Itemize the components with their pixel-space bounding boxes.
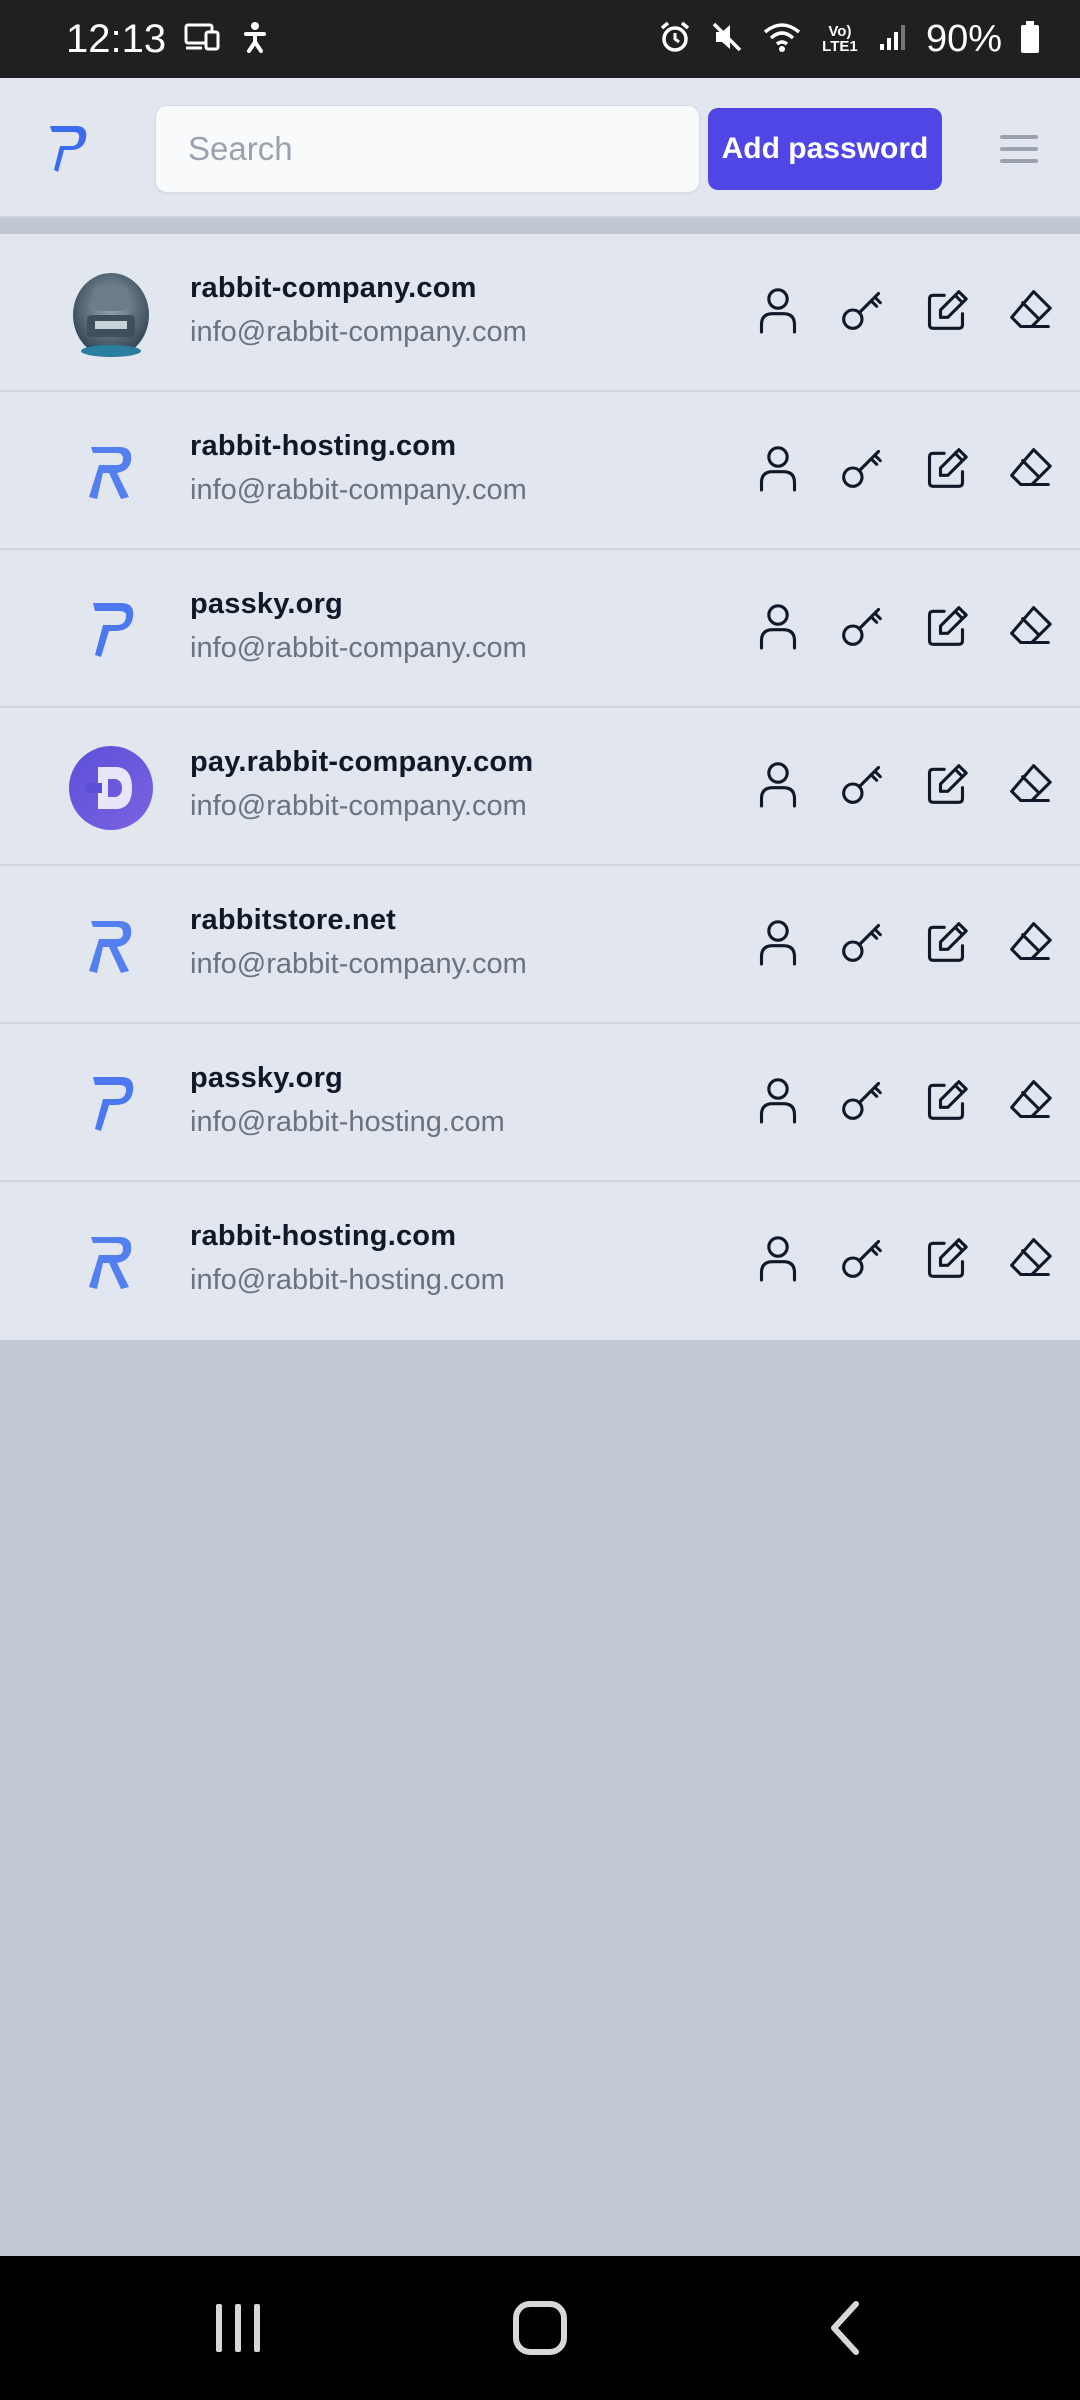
- app-header: Add password: [0, 78, 1080, 218]
- passky-logo-icon: [68, 1061, 154, 1147]
- status-time: 12:13: [66, 16, 167, 61]
- home-icon[interactable]: [512, 2300, 568, 2361]
- password-row: rabbitstore.net info@rabbit-company.com: [0, 866, 1080, 1024]
- add-password-button[interactable]: Add password: [708, 108, 942, 190]
- password-username: info@rabbit-hosting.com: [190, 1264, 505, 1296]
- row-actions: [756, 756, 1052, 812]
- cast-icon: [184, 22, 222, 57]
- hamburger-icon[interactable]: [998, 128, 1040, 170]
- volte-label: Vo) LTE1: [822, 23, 858, 55]
- battery-percent: 90%: [925, 17, 1002, 60]
- delete-icon[interactable]: [1008, 282, 1052, 338]
- header-divider: [0, 218, 1080, 234]
- copy-username-icon[interactable]: [756, 598, 800, 654]
- copy-password-icon[interactable]: [840, 282, 884, 338]
- copy-password-icon[interactable]: [840, 756, 884, 812]
- password-website: rabbitstore.net: [190, 904, 397, 936]
- copy-password-icon[interactable]: [840, 1230, 884, 1286]
- rabbit-hosting-logo-icon: [68, 429, 154, 515]
- password-website: passky.org: [190, 588, 343, 620]
- edit-icon[interactable]: [924, 1072, 968, 1128]
- password-username: info@rabbit-hosting.com: [190, 1106, 505, 1138]
- row-actions: [756, 914, 1052, 970]
- password-username: info@rabbit-company.com: [190, 790, 527, 822]
- edit-icon[interactable]: [924, 440, 968, 496]
- copy-username-icon[interactable]: [756, 756, 800, 812]
- copy-username-icon[interactable]: [756, 440, 800, 496]
- password-website: passky.org: [190, 1062, 343, 1094]
- passky-logo-icon[interactable]: [46, 122, 90, 178]
- edit-icon[interactable]: [924, 1230, 968, 1286]
- wifi-icon: [762, 21, 802, 58]
- password-website: rabbit-hosting.com: [190, 1220, 457, 1252]
- password-row: rabbit-hosting.com info@rabbit-company.co…: [0, 392, 1080, 550]
- copy-username-icon[interactable]: [756, 1072, 800, 1128]
- row-actions: [756, 1072, 1052, 1128]
- back-icon[interactable]: [826, 2300, 862, 2361]
- row-actions: [756, 598, 1052, 654]
- battery-icon: [1020, 20, 1040, 58]
- edit-icon[interactable]: [924, 914, 968, 970]
- password-username: info@rabbit-company.com: [190, 474, 527, 506]
- mute-icon: [710, 20, 744, 59]
- password-list: rabbit-company.com info@rabbit-company.co…: [0, 234, 1080, 1340]
- rabbit-avatar-icon: [68, 271, 154, 357]
- delete-icon[interactable]: [1008, 598, 1052, 654]
- recent-apps-icon[interactable]: [213, 2300, 263, 2361]
- password-website: pay.rabbit-company.com: [190, 746, 534, 778]
- copy-password-icon[interactable]: [840, 440, 884, 496]
- volte-icon: Vo) LTE1: [820, 24, 860, 54]
- password-website: rabbit-hosting.com: [190, 430, 457, 462]
- edit-icon[interactable]: [924, 598, 968, 654]
- copy-password-icon[interactable]: [840, 1072, 884, 1128]
- status-bar: 12:13 Vo) LTE1 90%: [0, 0, 1080, 78]
- delete-icon[interactable]: [1008, 1230, 1052, 1286]
- search-input[interactable]: [155, 105, 700, 193]
- copy-username-icon[interactable]: [756, 914, 800, 970]
- password-row: rabbit-hosting.com info@rabbit-hosting.co…: [0, 1182, 1080, 1340]
- copy-password-icon[interactable]: [840, 914, 884, 970]
- delete-icon[interactable]: [1008, 756, 1052, 812]
- password-row: rabbit-company.com info@rabbit-company.co…: [0, 234, 1080, 392]
- copy-password-icon[interactable]: [840, 598, 884, 654]
- delete-icon[interactable]: [1008, 440, 1052, 496]
- row-actions: [756, 1230, 1052, 1286]
- delete-icon[interactable]: [1008, 914, 1052, 970]
- password-username: info@rabbit-company.com: [190, 948, 527, 980]
- copy-username-icon[interactable]: [756, 1230, 800, 1286]
- system-nav-bar: [0, 2256, 1080, 2400]
- signal-icon: [878, 22, 908, 57]
- edit-icon[interactable]: [924, 282, 968, 338]
- accessibility-icon: [240, 21, 270, 58]
- row-actions: [756, 282, 1052, 338]
- pay-logo-icon: [68, 745, 154, 831]
- delete-icon[interactable]: [1008, 1072, 1052, 1128]
- password-row: pay.rabbit-company.com info@rabbit-compan…: [0, 708, 1080, 866]
- row-actions: [756, 440, 1052, 496]
- password-username: info@rabbit-company.com: [190, 632, 527, 664]
- password-row: passky.org info@rabbit-hosting.com: [0, 1024, 1080, 1182]
- password-username: info@rabbit-company.com: [190, 316, 527, 348]
- password-row: passky.org info@rabbit-company.com: [0, 550, 1080, 708]
- edit-icon[interactable]: [924, 756, 968, 812]
- passky-logo-icon: [68, 587, 154, 673]
- alarm-icon: [658, 20, 692, 59]
- rabbit-hosting-logo-icon: [68, 903, 154, 989]
- rabbit-hosting-logo-icon: [68, 1219, 154, 1305]
- password-website: rabbit-company.com: [190, 272, 477, 304]
- copy-username-icon[interactable]: [756, 282, 800, 338]
